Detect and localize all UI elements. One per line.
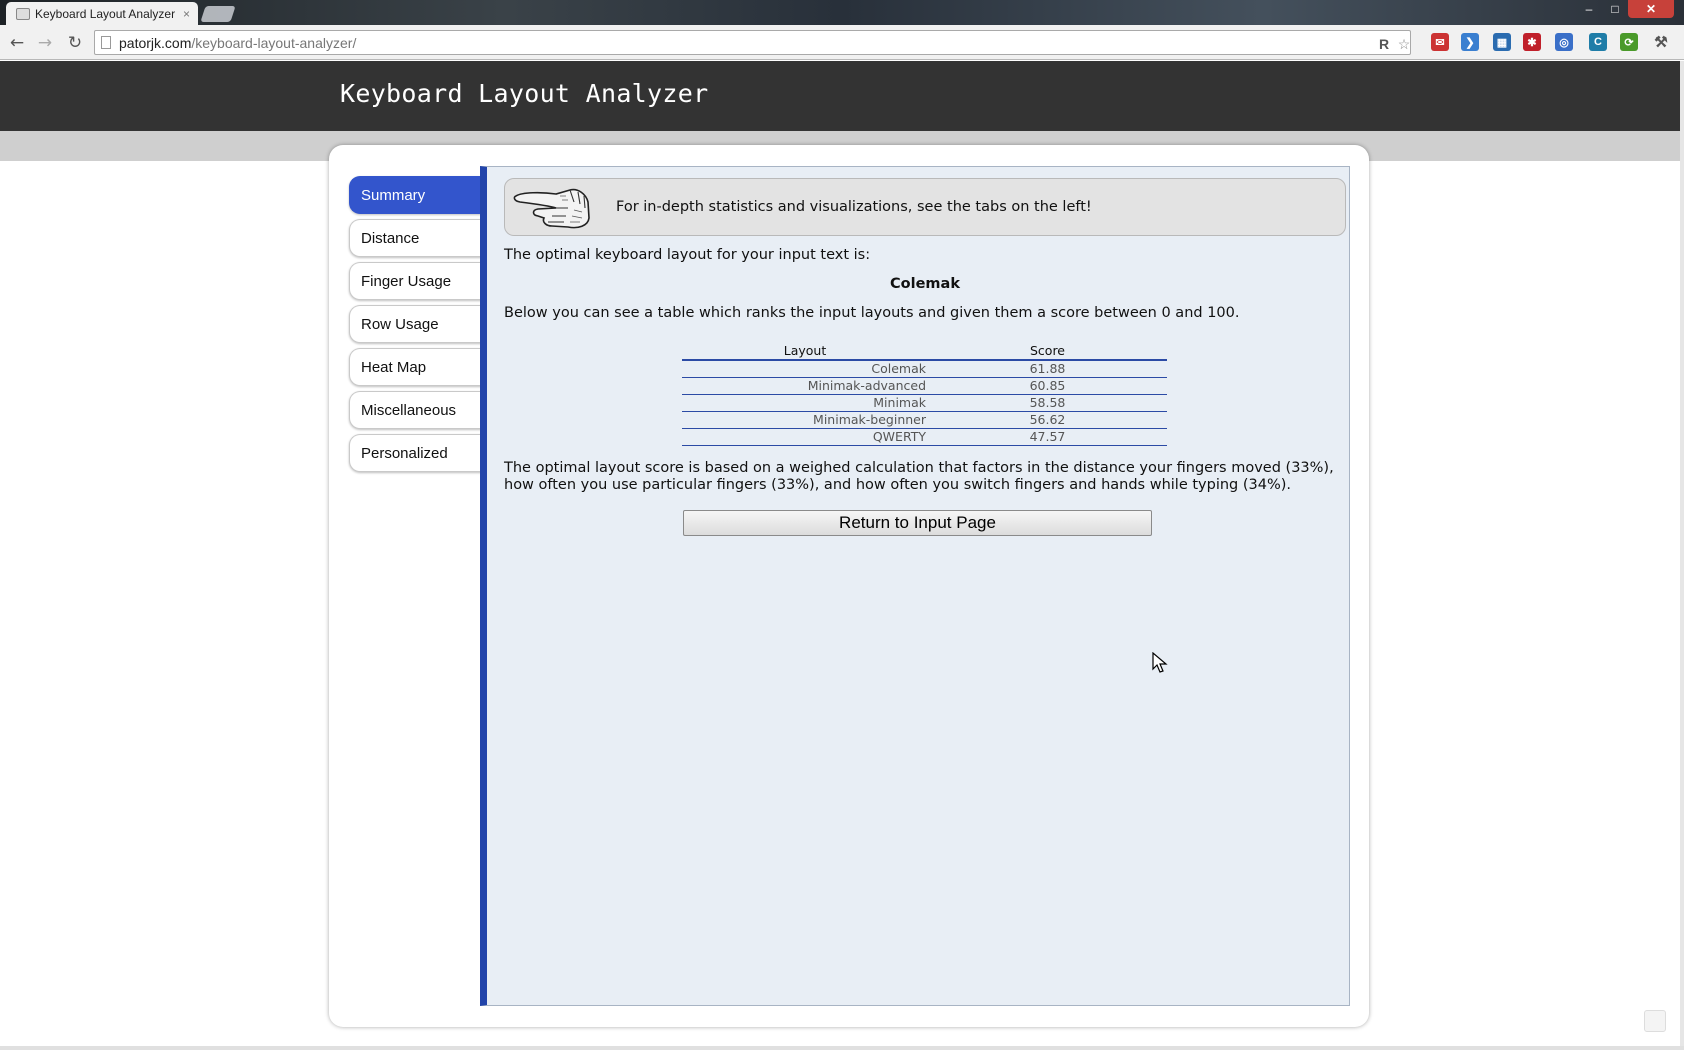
intro-text: The optimal keyboard layout for your inp… — [504, 247, 871, 263]
page-title: Keyboard Layout Analyzer — [340, 79, 709, 108]
layout-cell: Minimak-beginner — [682, 411, 928, 429]
column-header-layout: Layout — [682, 343, 928, 361]
address-bar[interactable]: patorjk.com/keyboard-layout-analyzer/ R … — [94, 30, 1411, 55]
return-to-input-button[interactable]: Return to Input Page — [683, 510, 1152, 536]
window-maximize-button[interactable]: □ — [1602, 0, 1628, 18]
tab-finger-usage[interactable]: Finger Usage — [349, 262, 483, 300]
table-row: Colemak 61.88 — [682, 360, 1167, 378]
column-header-score: Score — [928, 343, 1167, 361]
score-explanation: The optimal layout score is based on a w… — [504, 460, 1334, 493]
table-row: QWERTY 47.57 — [682, 428, 1167, 446]
layout-cell: Minimak-advanced — [682, 377, 928, 395]
table-row: Minimak-advanced 60.85 — [682, 377, 1167, 395]
reload-button[interactable]: ↻ — [64, 32, 86, 54]
page-favicon-icon — [16, 7, 30, 20]
score-cell: 47.57 — [928, 428, 1167, 446]
tab-row-usage[interactable]: Row Usage — [349, 305, 483, 343]
new-tab-button[interactable] — [200, 6, 236, 22]
tip-text: For in-depth statistics and visualizatio… — [616, 199, 1092, 215]
table-row: Minimak-beginner 56.62 — [682, 411, 1167, 429]
mouse-cursor-icon — [1152, 652, 1168, 673]
score-cell: 56.62 — [928, 411, 1167, 429]
tab-summary[interactable]: Summary — [349, 176, 483, 214]
browser-titlebar: Keyboard Layout Analyzer × – □ ✕ — [0, 0, 1684, 25]
score-cell: 60.85 — [928, 377, 1167, 395]
summary-panel: For in-depth statistics and visualizatio… — [480, 166, 1350, 1006]
tab-miscellaneous[interactable]: Miscellaneous — [349, 391, 483, 429]
scrollbar[interactable] — [1680, 61, 1684, 1050]
layout-cell: Minimak — [682, 394, 928, 412]
layout-cell: Colemak — [682, 360, 928, 378]
table-header-row: Layout Score — [682, 343, 1167, 361]
bookmark-star-icon[interactable]: ☆ — [1395, 35, 1413, 53]
tab-close-icon[interactable]: × — [183, 7, 190, 21]
url-path: /keyboard-layout-analyzer/ — [191, 34, 357, 51]
pointing-hand-icon — [513, 188, 590, 229]
calendar-extension-icon[interactable]: ▦ — [1493, 33, 1511, 51]
sidebar-tabs: Summary Distance Finger Usage Row Usage … — [349, 176, 483, 477]
window-close-button[interactable]: ✕ — [1628, 0, 1674, 18]
refresh-extension-icon[interactable]: ⟳ — [1620, 33, 1638, 51]
window-minimize-button[interactable]: – — [1576, 0, 1602, 18]
lastpass-extension-icon[interactable]: ✱ — [1523, 33, 1541, 51]
share-icon[interactable] — [1644, 1010, 1666, 1032]
score-cell: 58.58 — [928, 394, 1167, 412]
url-host: patorjk.com — [119, 34, 192, 51]
best-layout: Colemak — [890, 276, 960, 292]
browser-tab[interactable]: Keyboard Layout Analyzer × — [6, 2, 198, 25]
ranking-table: Layout Score Colemak 61.88 Minimak-advan… — [682, 343, 1167, 446]
readability-icon[interactable]: R — [1375, 35, 1393, 53]
social-extension-icon[interactable]: ◎ — [1555, 33, 1573, 51]
tip-box: For in-depth statistics and visualizatio… — [504, 178, 1346, 236]
site-header: Keyboard Layout Analyzer — [0, 61, 1684, 131]
status-bar — [0, 1046, 1684, 1050]
forward-button[interactable]: → — [34, 32, 56, 54]
tab-title: Keyboard Layout Analyzer — [35, 6, 176, 21]
browser-toolbar: ← → ↻ patorjk.com/keyboard-layout-analyz… — [0, 25, 1684, 60]
gmail-extension-icon[interactable]: ✉ — [1431, 33, 1449, 51]
tab-heat-map[interactable]: Heat Map — [349, 348, 483, 386]
page-icon — [101, 36, 111, 49]
css-extension-icon[interactable]: C — [1589, 33, 1607, 51]
table-intro-text: Below you can see a table which ranks th… — [504, 305, 1240, 321]
score-cell: 61.88 — [928, 360, 1167, 378]
layout-cell: QWERTY — [682, 428, 928, 446]
table-row: Minimak 58.58 — [682, 394, 1167, 412]
tab-personalized[interactable]: Personalized — [349, 434, 483, 472]
twitter-extension-icon[interactable]: ❯ — [1461, 33, 1479, 51]
tab-distance[interactable]: Distance — [349, 219, 483, 257]
back-button[interactable]: ← — [6, 32, 28, 54]
wrench-menu-icon[interactable]: ⚒ — [1652, 33, 1670, 51]
